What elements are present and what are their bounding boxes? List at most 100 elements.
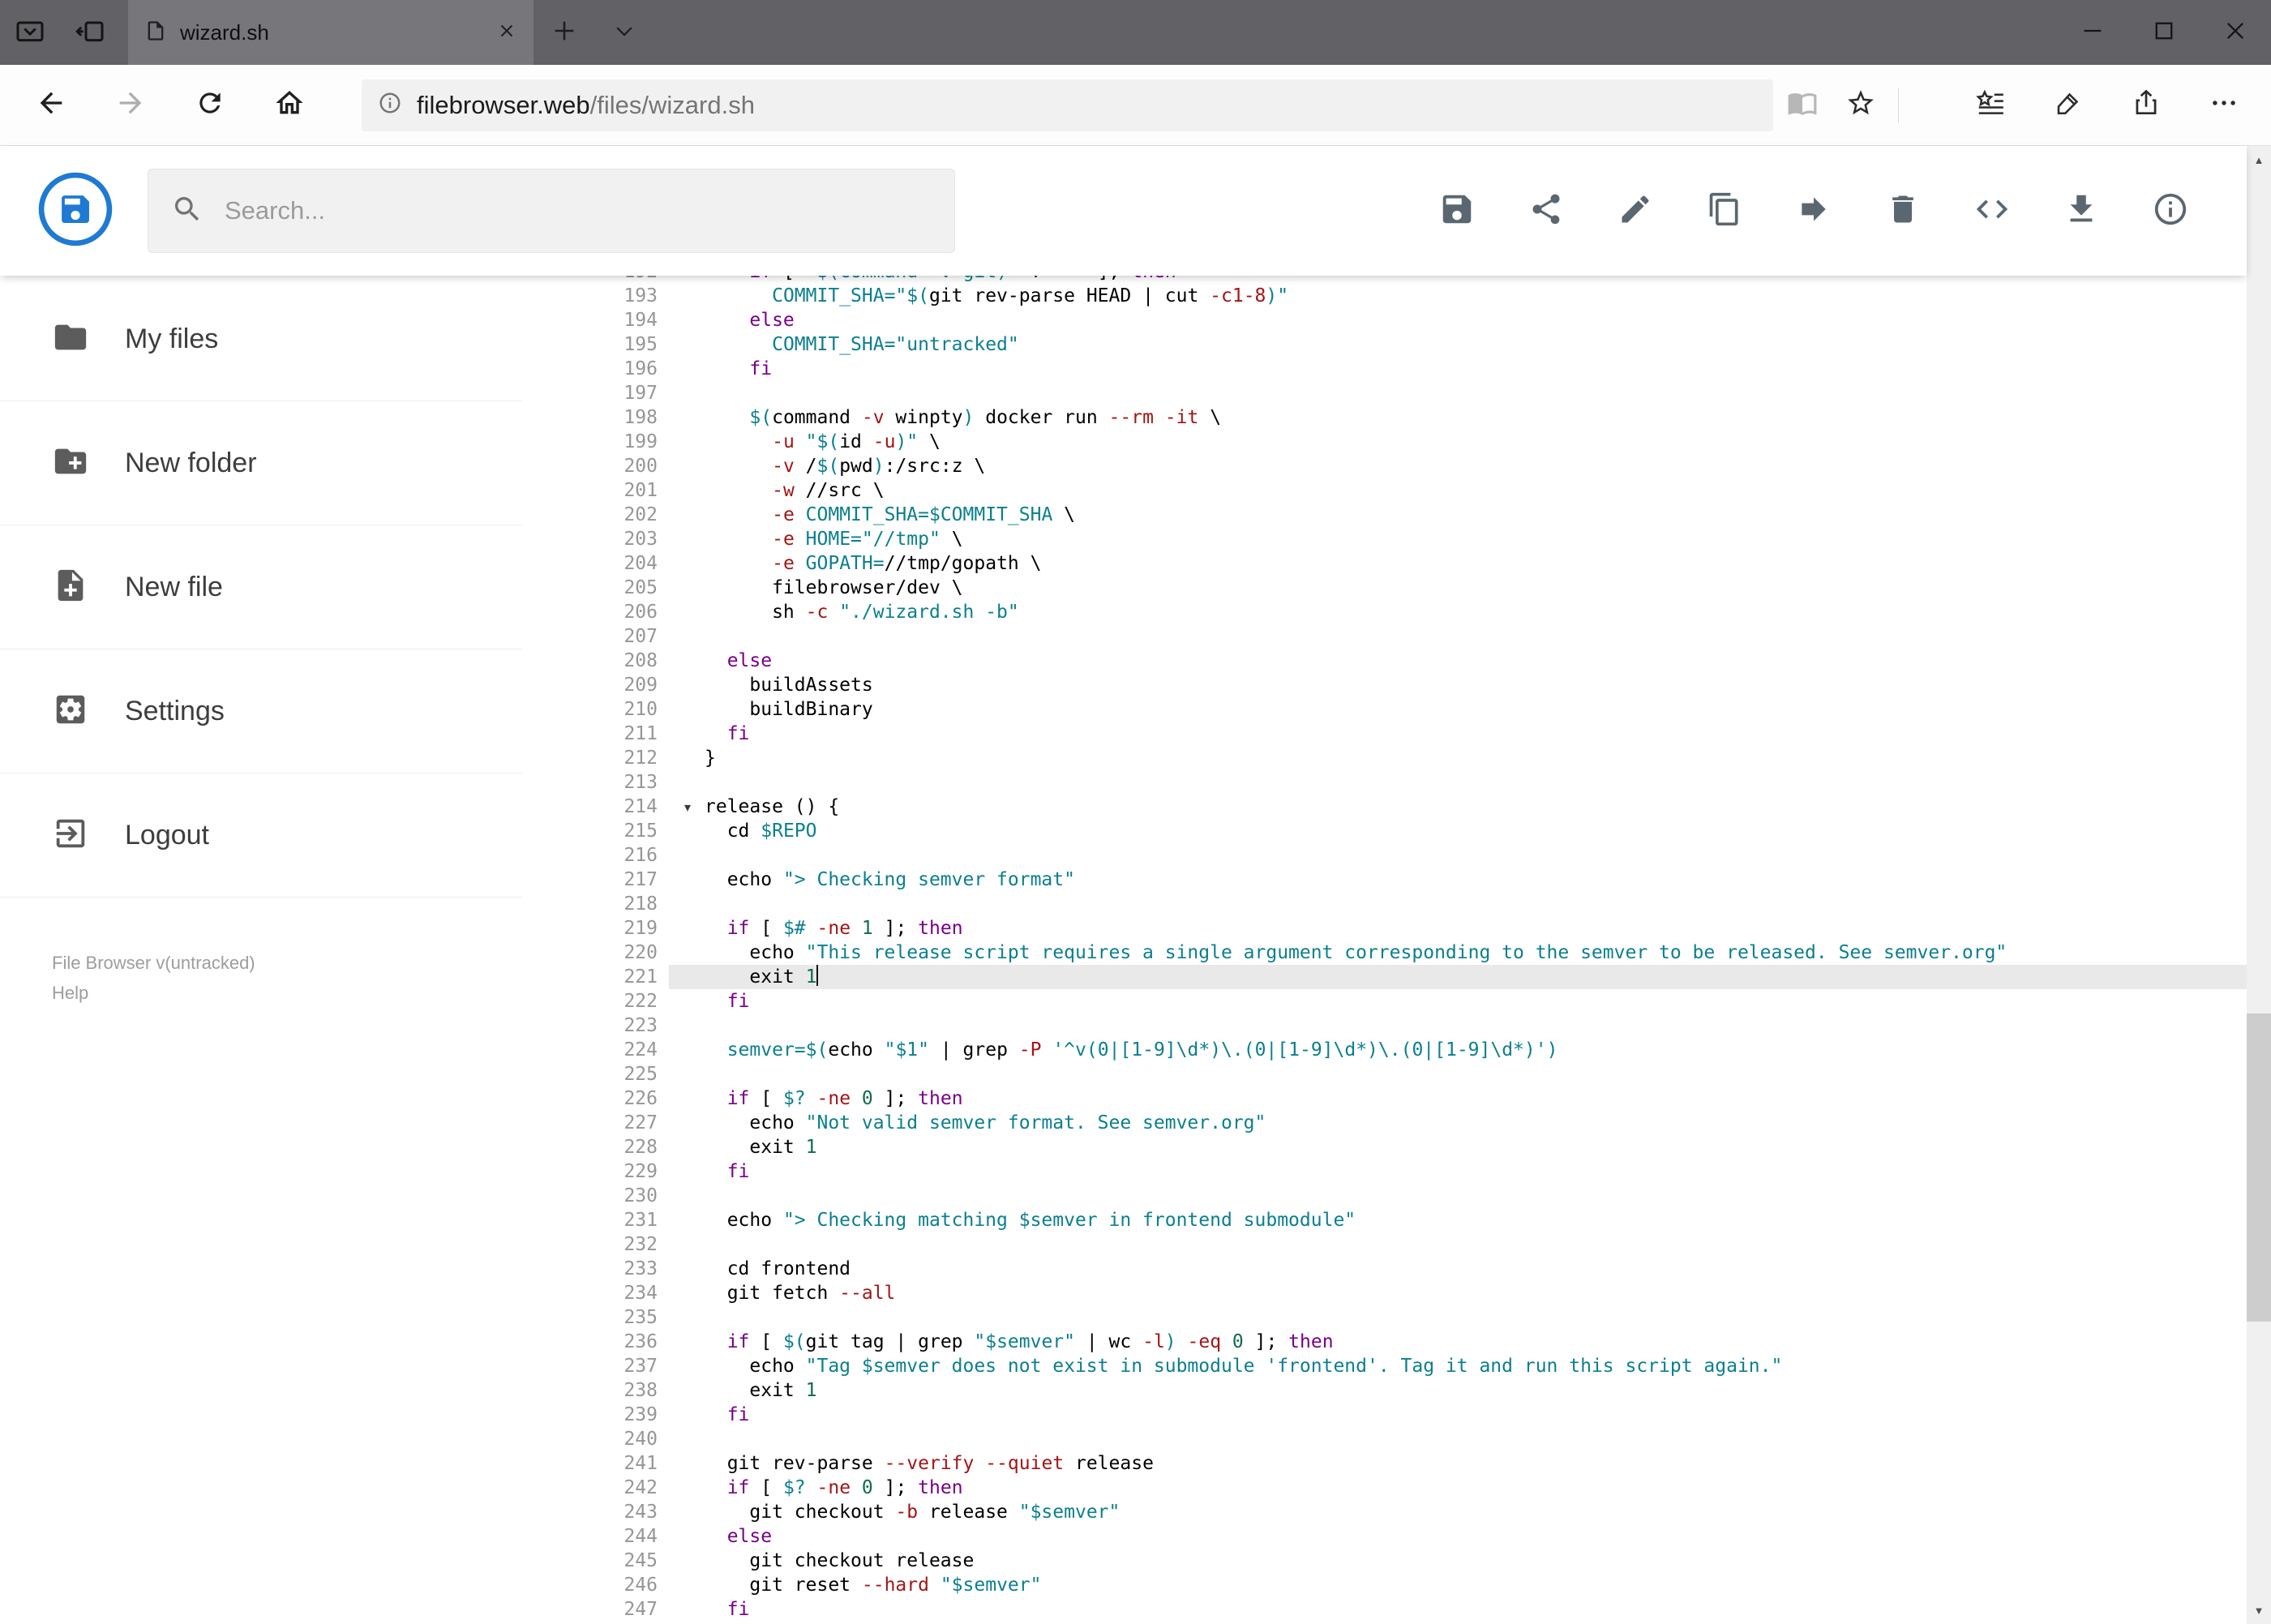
code-line[interactable]: 230 [584,1184,2247,1208]
code-line[interactable]: 193 COMMIT_SHA="$(git rev-parse HEAD | c… [584,284,2247,308]
close-button[interactable] [2200,0,2271,65]
rename-button[interactable] [1616,191,1655,230]
code-line[interactable]: 203 -e HOME="//tmp" \ [584,527,2247,551]
sidebar-item-new-folder[interactable]: New folder [0,401,522,525]
code-line[interactable]: 234 git fetch --all [584,1281,2247,1305]
scrollbar-thumb[interactable] [2247,1013,2271,1322]
move-button[interactable] [1794,191,1833,230]
sidebar-item-my-files[interactable]: My files [0,277,522,401]
code-line[interactable]: 238 exit 1 [584,1378,2247,1403]
code-line[interactable]: 206 sh -c "./wizard.sh -b" [584,600,2247,624]
code-line[interactable]: 240 [584,1427,2247,1451]
maximize-button[interactable] [2128,0,2200,65]
code-line[interactable]: 241 git rev-parse --verify --quiet relea… [584,1451,2247,1476]
code-line[interactable]: 194 else [584,308,2247,332]
site-info-icon[interactable] [378,91,402,119]
code-line[interactable]: 231 echo "> Checking matching $semver in… [584,1208,2247,1232]
search-input[interactable] [225,196,932,225]
delete-button[interactable] [1883,191,1922,230]
share-button[interactable] [1527,191,1566,230]
reading-view-button[interactable] [1773,65,1832,145]
code-line[interactable]: 192 if [ "$(command -v git)" != "" ]; th… [584,276,2247,284]
code-line[interactable]: 208 else [584,649,2247,673]
code-line[interactable]: 212} [584,746,2247,770]
code-line[interactable]: 224 semver=$(echo "$1" | grep -P '^v(0|[… [584,1038,2247,1062]
code-line[interactable]: 239 fi [584,1403,2247,1427]
code-line[interactable]: 228 exit 1 [584,1135,2247,1159]
forward-button[interactable] [91,65,170,145]
code-line[interactable]: 213 [584,770,2247,795]
code-line[interactable]: 195 COMMIT_SHA="untracked" [584,332,2247,357]
code-line[interactable]: 199 -u "$(id -u)" \ [584,430,2247,454]
more-button[interactable] [2185,88,2263,122]
refresh-button[interactable] [170,65,250,145]
code-line[interactable]: 198 $(command -v winpty) docker run --rm… [584,405,2247,430]
address-bar[interactable]: filebrowser.web/files/wizard.sh [362,79,1773,131]
code-line[interactable]: 222 fi [584,989,2247,1013]
sidebar-item-logout[interactable]: Logout [0,773,522,898]
code-line[interactable]: 243 git checkout -b release "$semver" [584,1500,2247,1524]
code-line[interactable]: 218 [584,892,2247,916]
fold-arrow-icon[interactable]: ▾ [684,795,691,820]
code-line[interactable]: 217 echo "> Checking semver format" [584,868,2247,892]
copy-button[interactable] [1705,191,1744,230]
code-line[interactable]: 225 [584,1062,2247,1086]
back-button[interactable] [11,65,91,145]
code-line[interactable]: 237 echo "Tag $semver does not exist in … [584,1354,2247,1378]
scroll-down-icon[interactable]: ▼ [2247,1596,2271,1624]
code-line[interactable]: 201 -w //src \ [584,478,2247,503]
code-line[interactable]: 202 -e COMMIT_SHA=$COMMIT_SHA \ [584,503,2247,527]
share-button-browser[interactable] [2107,88,2185,122]
code-line[interactable]: 216 [584,843,2247,868]
vertical-scrollbar[interactable]: ▲ ▼ [2247,146,2271,1624]
code-line[interactable]: 235 [584,1305,2247,1330]
code-line[interactable]: 223 [584,1013,2247,1038]
code-line[interactable]: 214 ▾ release () { [584,795,2247,819]
code-line[interactable]: 207 [584,624,2247,649]
code-line[interactable]: 242 if [ $? -ne 0 ]; then [584,1476,2247,1500]
sidebar-item-settings[interactable]: Settings [0,649,522,773]
tab-list-dropdown-button[interactable] [595,0,653,65]
home-button[interactable] [250,65,329,145]
code-editor[interactable]: 192 if [ "$(command -v git)" != "" ]; th… [584,276,2247,1624]
code-line[interactable]: 210 buildBinary [584,697,2247,722]
code-line[interactable]: 220 echo "This release script requires a… [584,941,2247,965]
hub-button[interactable] [1952,88,2029,122]
code-line[interactable]: 232 [584,1232,2247,1257]
code-line[interactable]: 219 if [ $# -ne 1 ]; then [584,916,2247,941]
code-line[interactable]: 244 else [584,1524,2247,1549]
save-button[interactable] [1438,191,1476,230]
new-tab-button[interactable] [533,0,595,65]
code-line[interactable]: 245 git checkout release [584,1549,2247,1573]
download-button[interactable] [2062,191,2101,230]
ink-annotate-button[interactable] [2029,88,2107,122]
tab-close-icon[interactable] [496,20,517,45]
code-line[interactable]: 196 fi [584,357,2247,381]
code-line[interactable]: 233 cd frontend [584,1257,2247,1281]
code-line[interactable]: 246 git reset --hard "$semver" [584,1573,2247,1597]
code-line[interactable]: 229 fi [584,1159,2247,1184]
code-line[interactable]: 227 echo "Not valid semver format. See s… [584,1111,2247,1135]
code-line[interactable]: 204 -e GOPATH=//tmp/gopath \ [584,551,2247,576]
set-tabs-aside-button[interactable] [60,0,120,65]
code-line[interactable]: 205 filebrowser/dev \ [584,576,2247,600]
code-view-button[interactable] [1973,191,2012,230]
info-button[interactable] [2151,191,2190,230]
code-line[interactable]: 236 if [ $(git tag | grep "$semver" | wc… [584,1330,2247,1354]
code-line[interactable]: 221 exit 1 [584,965,2247,989]
code-line[interactable]: 200 -v /$(pwd):/src:z \ [584,454,2247,478]
favorite-star-button[interactable] [1832,65,1890,145]
sidebar-item-new-file[interactable]: New file [0,525,522,649]
code-line[interactable]: 226 if [ $? -ne 0 ]; then [584,1086,2247,1111]
code-line[interactable]: 211 fi [584,722,2247,746]
browser-tab-active[interactable]: wizard.sh [128,0,533,65]
code-line[interactable]: 197 [584,381,2247,405]
help-link[interactable]: Help [52,978,584,1008]
code-line[interactable]: 209 buildAssets [584,673,2247,697]
search-box[interactable] [148,169,955,253]
minimize-button[interactable] [2057,0,2128,65]
tabs-preview-button[interactable] [0,0,60,65]
code-line[interactable]: 215 cd $REPO [584,819,2247,843]
scroll-up-icon[interactable]: ▲ [2247,146,2271,174]
code-line[interactable]: 247 fi [584,1597,2247,1622]
